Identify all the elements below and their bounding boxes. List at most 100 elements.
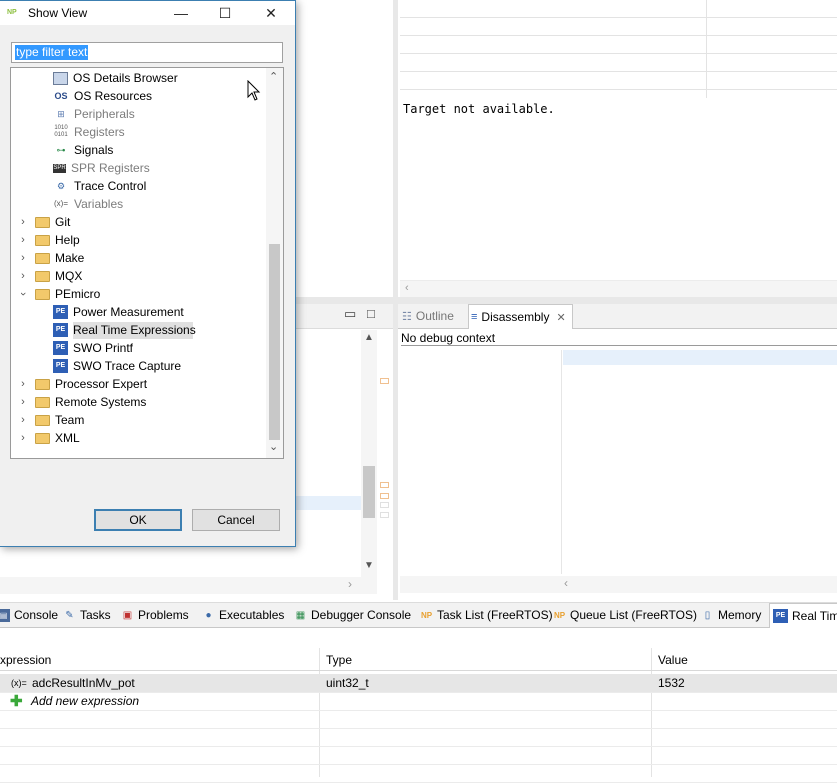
expand-chevron-icon[interactable]: › xyxy=(18,411,28,429)
tree-item-label: Registers xyxy=(74,125,125,139)
problems-icon: ▣ xyxy=(122,609,133,621)
tree-item-variables[interactable]: (x)= Variables xyxy=(53,195,123,213)
tree-item-os-details-browser[interactable]: OS Details Browser xyxy=(53,69,178,87)
tree-item-xml[interactable]: XML xyxy=(35,429,80,447)
tab-executables[interactable]: ● Executables xyxy=(202,603,284,627)
scroll-left-icon[interactable]: ‹ xyxy=(564,576,568,590)
tab-console[interactable]: ▤ Console xyxy=(0,603,58,627)
tree-scroll-thumb[interactable] xyxy=(269,244,280,440)
add-new-expression[interactable]: Add new expression xyxy=(31,694,139,708)
column-header-value[interactable]: Value xyxy=(658,653,688,667)
pemicro-icon: PE xyxy=(53,323,68,337)
nxp-icon: NP xyxy=(553,610,566,620)
tree-item-label: SWO Printf xyxy=(73,341,134,355)
scroll-down-icon[interactable]: ▼ xyxy=(364,560,374,571)
tab-outline[interactable]: ☷ Outline xyxy=(402,304,454,328)
minimize-button[interactable]: — xyxy=(158,1,204,25)
expand-chevron-icon[interactable]: › xyxy=(18,375,28,393)
tree-item-real-time-expressions[interactable]: PE Real Time Expressions xyxy=(53,321,196,339)
tree-item-peripherals[interactable]: ⊞ Peripherals xyxy=(53,105,135,123)
table-row xyxy=(0,728,837,747)
tree-item-help[interactable]: Help xyxy=(35,231,80,249)
tab-debugger-console[interactable]: ▦ Debugger Console xyxy=(294,603,411,627)
disassembly-hscrollbar[interactable]: ‹ xyxy=(400,576,837,593)
tree-item-trace-control[interactable]: ⚙ Trace Control xyxy=(53,177,146,195)
ok-button[interactable]: OK xyxy=(94,509,182,531)
expand-chevron-icon[interactable]: › xyxy=(18,429,28,447)
close-button[interactable]: ✕ xyxy=(248,1,294,25)
maximize-icon[interactable]: □ xyxy=(367,306,375,321)
tree-item-remote-systems[interactable]: Remote Systems xyxy=(35,393,146,411)
table-row xyxy=(0,710,837,729)
scroll-up-icon[interactable]: ⌃ xyxy=(269,70,278,83)
tab-tasks[interactable]: ✎ Tasks xyxy=(63,603,110,627)
table-row xyxy=(0,764,837,783)
pemicro-icon: PE xyxy=(53,341,68,355)
dialog-titlebar[interactable]: NP Show View — ☐ ✕ xyxy=(0,1,295,25)
view-tree: OS Details Browser OS OS Resources ⊞ Per… xyxy=(10,67,284,459)
table-row xyxy=(0,746,837,765)
tree-item-label: Peripherals xyxy=(74,107,135,121)
overview-marker xyxy=(380,378,389,384)
close-icon[interactable]: ✕ xyxy=(556,311,565,324)
tree-item-make[interactable]: Make xyxy=(35,249,84,267)
expand-chevron-icon[interactable]: › xyxy=(18,213,28,231)
nxp-icon: NP xyxy=(420,610,433,620)
tree-item-label: PEmicro xyxy=(55,287,101,301)
tree-item-signals[interactable]: ⊶ Signals xyxy=(53,141,114,159)
tree-item-swo-trace-capture[interactable]: PE SWO Trace Capture xyxy=(53,357,181,375)
no-debug-context-text: No debug context xyxy=(401,331,496,345)
cancel-button[interactable]: Cancel xyxy=(192,509,280,531)
overview-marker xyxy=(380,512,389,518)
tree-item-git[interactable]: Git xyxy=(35,213,70,231)
tab-task-list[interactable]: NP Task List (FreeRTOS) xyxy=(420,603,553,627)
expressions-table: xpression Type Value (x)= adcResultInMv_… xyxy=(0,648,837,783)
minimize-icon[interactable]: ▭ xyxy=(344,306,356,322)
collapse-chevron-icon[interactable]: › xyxy=(14,289,32,299)
overview-marker xyxy=(380,493,389,499)
tree-item-processor-expert[interactable]: Processor Expert xyxy=(35,375,147,393)
scroll-down-icon[interactable]: ⌄ xyxy=(269,440,278,453)
tab-problems[interactable]: ▣ Problems xyxy=(121,603,189,627)
folder-icon xyxy=(35,288,50,300)
tree-item-registers[interactable]: 1010 0101 Registers xyxy=(53,123,125,141)
tree-item-team[interactable]: Team xyxy=(35,411,84,429)
tree-item-pemicro[interactable]: PEmicro xyxy=(35,285,100,303)
scroll-left-icon[interactable]: ‹ xyxy=(405,282,409,294)
tab-disassembly-label: Disassembly xyxy=(481,310,550,324)
scroll-up-icon[interactable]: ▲ xyxy=(364,332,374,343)
filter-input[interactable]: type filter text xyxy=(11,42,283,63)
top-right-hscrollbar[interactable]: ‹ xyxy=(400,280,837,298)
tree-item-mqx[interactable]: MQX xyxy=(35,267,82,285)
tab-real-time-label: Real Tim xyxy=(792,609,837,623)
expand-chevron-icon[interactable]: › xyxy=(18,393,28,411)
tab-disassembly[interactable]: ≡ Disassembly ✕ xyxy=(468,304,573,329)
mouse-cursor-icon xyxy=(247,80,261,101)
tree-item-label: OS Details Browser xyxy=(73,71,178,85)
expand-chevron-icon[interactable]: › xyxy=(18,267,28,285)
column-header-type[interactable]: Type xyxy=(326,653,352,667)
tree-item-spr-registers[interactable]: SPR SPR Registers xyxy=(53,159,150,177)
mid-left-vscrollbar[interactable]: ▲ ▼ xyxy=(361,330,377,578)
mid-left-hscrollbar[interactable]: › xyxy=(0,577,377,594)
column-header-expression[interactable]: xpression xyxy=(0,653,51,667)
scroll-right-icon[interactable]: › xyxy=(348,577,352,591)
tree-item-os-resources[interactable]: OS OS Resources xyxy=(53,87,152,105)
spr-registers-icon: SPR xyxy=(53,163,66,173)
tree-item-power-measurement[interactable]: PE Power Measurement xyxy=(53,303,184,321)
add-expression-row[interactable]: ✚ Add new expression xyxy=(0,692,837,711)
maximize-button[interactable]: ☐ xyxy=(202,1,248,25)
tab-memory[interactable]: ▯ Memory xyxy=(701,603,762,627)
tree-item-label: Real Time Expressions xyxy=(73,323,196,337)
expression-value[interactable]: 1532 xyxy=(658,676,685,690)
tree-item-label: Processor Expert xyxy=(55,377,148,391)
expand-chevron-icon[interactable]: › xyxy=(18,231,28,249)
tree-item-label: SWO Trace Capture xyxy=(73,359,182,373)
tree-item-swo-printf[interactable]: PE SWO Printf xyxy=(53,339,133,357)
tree-item-label: Make xyxy=(55,251,85,265)
mid-left-scroll-thumb[interactable] xyxy=(363,466,375,518)
tab-queue-list[interactable]: NP Queue List (FreeRTOS) xyxy=(553,603,697,627)
expand-chevron-icon[interactable]: › xyxy=(18,249,28,267)
tab-real-time-expressions[interactable]: PE Real Tim xyxy=(769,603,837,628)
table-row[interactable]: (x)= adcResultInMv_pot uint32_t 1532 xyxy=(0,674,837,693)
